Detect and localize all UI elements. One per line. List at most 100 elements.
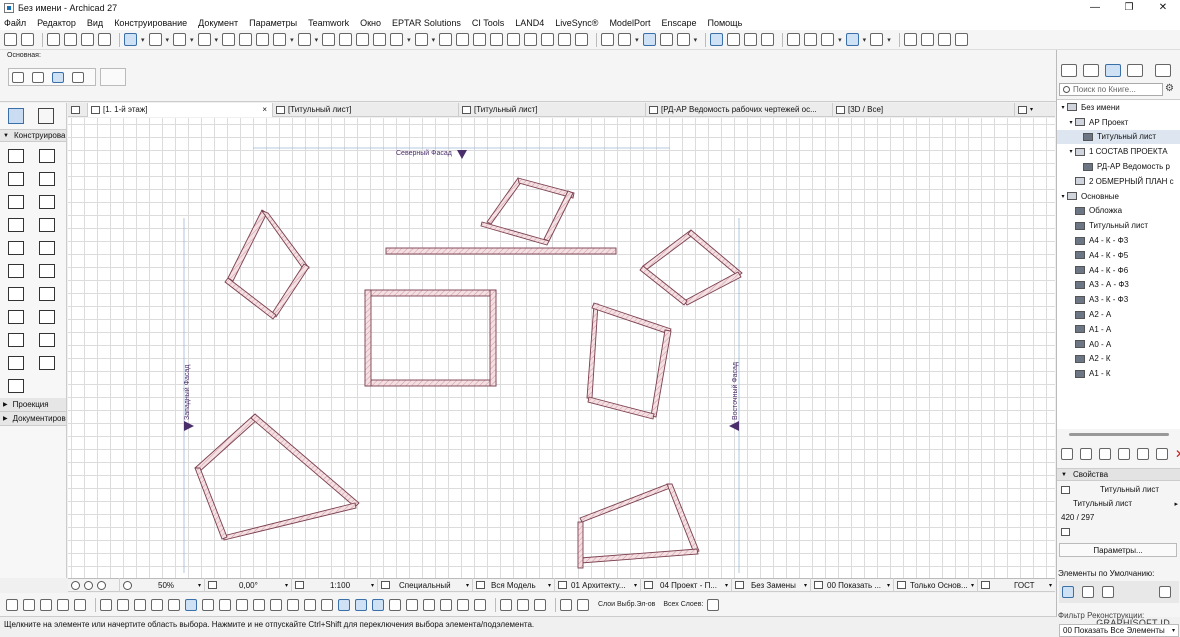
wall[interactable] bbox=[486, 177, 523, 225]
column-tool-icon[interactable] bbox=[39, 149, 55, 163]
wall[interactable] bbox=[364, 379, 497, 387]
model-view-field[interactable]: Вся Модель ▾ bbox=[473, 578, 555, 592]
tree-item[interactable]: ▾ Без имени bbox=[1057, 100, 1180, 115]
beam-tool-icon[interactable] bbox=[8, 172, 24, 186]
undo-view-icon[interactable] bbox=[707, 598, 720, 611]
tree-item[interactable]: А0 - А bbox=[1057, 337, 1180, 352]
equipment-tool-icon[interactable] bbox=[8, 356, 24, 370]
menu-icon[interactable] bbox=[1155, 63, 1171, 77]
wall[interactable] bbox=[650, 329, 672, 418]
wall[interactable] bbox=[579, 483, 671, 523]
wall[interactable] bbox=[270, 263, 310, 318]
wall[interactable] bbox=[224, 277, 277, 320]
dropdown-arrow-icon[interactable]: ▾ bbox=[694, 36, 698, 44]
tab-floor-plan[interactable]: [1. 1-й этаж] × bbox=[88, 102, 273, 117]
tree-item[interactable]: ▾ АР Проект bbox=[1057, 115, 1180, 130]
tool-icon[interactable] bbox=[202, 598, 214, 611]
menu-options[interactable]: Параметры bbox=[249, 18, 297, 28]
corner-window-tool-icon[interactable] bbox=[8, 379, 24, 393]
measure-icon[interactable] bbox=[744, 33, 758, 46]
maximize-button[interactable]: ❐ bbox=[1112, 0, 1146, 15]
tool-icon[interactable] bbox=[372, 598, 384, 611]
tab-close-icon[interactable]: × bbox=[262, 105, 267, 114]
menu-window[interactable]: Окно bbox=[360, 18, 381, 28]
wall[interactable] bbox=[683, 271, 742, 306]
tree-item[interactable]: А4 - К - Ф6 bbox=[1057, 263, 1180, 278]
tree-item[interactable]: А3 - А - Ф3 bbox=[1057, 278, 1180, 293]
close-button[interactable]: ✕ bbox=[1146, 0, 1180, 15]
tool-icon[interactable] bbox=[534, 598, 546, 611]
tool-icon[interactable] bbox=[57, 598, 69, 611]
brush-icon[interactable] bbox=[920, 33, 934, 46]
tree-item[interactable]: А2 - К bbox=[1057, 352, 1180, 367]
inject-icon[interactable] bbox=[64, 33, 77, 46]
property-master-row[interactable]: Титульный лист ▸ bbox=[1057, 497, 1180, 510]
rotated-rectangle-select-icon[interactable] bbox=[32, 71, 44, 83]
roof-tool-icon[interactable] bbox=[8, 195, 24, 209]
tab-drawing-list[interactable]: [РД-АР Ведомость рабочих чертежей ос... bbox=[646, 102, 833, 117]
snap-guides-icon[interactable] bbox=[148, 33, 162, 46]
dropdown-arrow-icon[interactable]: ▾ bbox=[166, 36, 170, 44]
tool-icon[interactable] bbox=[6, 598, 18, 611]
menu-enscape[interactable]: Enscape bbox=[661, 18, 696, 28]
zoom-field[interactable]: 50% ▾ bbox=[120, 578, 205, 592]
expand-chevron-icon[interactable]: ▾ bbox=[1059, 193, 1067, 200]
tree-item[interactable]: А1 - А bbox=[1057, 322, 1180, 337]
zoom-prev-icon[interactable] bbox=[84, 580, 93, 590]
rectangle-select-icon[interactable] bbox=[12, 71, 24, 83]
publisher-icon[interactable] bbox=[1127, 63, 1143, 77]
tree-item[interactable]: 2 ОБМЕРНЫЙ ПЛАН с bbox=[1057, 174, 1180, 189]
wall[interactable] bbox=[591, 302, 672, 335]
redo-icon[interactable] bbox=[21, 33, 34, 46]
menu-design[interactable]: Конструирование bbox=[114, 18, 187, 28]
adjust-icon[interactable] bbox=[524, 33, 538, 46]
tool-icon[interactable] bbox=[517, 598, 529, 611]
tab-menu-button[interactable]: ▾ bbox=[1015, 103, 1055, 117]
tool-icon[interactable] bbox=[236, 598, 248, 611]
wall[interactable] bbox=[364, 289, 372, 387]
wall[interactable] bbox=[194, 467, 228, 540]
tool-icon[interactable] bbox=[321, 598, 333, 611]
menu-citools[interactable]: CI Tools bbox=[472, 18, 504, 28]
magic-wand-icon[interactable] bbox=[81, 33, 94, 46]
design-section-header[interactable]: ▼ Конструирование bbox=[0, 129, 66, 142]
floor-plan-canvas[interactable]: Северный Фасад Западный Фасад Восточный … bbox=[68, 118, 1055, 578]
navigator-search-input[interactable]: Поиск по Книге... bbox=[1059, 83, 1163, 96]
dimension-standard-field[interactable]: ГОСТ ▾ bbox=[978, 578, 1055, 592]
drag-icon[interactable] bbox=[414, 33, 428, 46]
tool-icon[interactable] bbox=[74, 598, 86, 611]
curtain-wall-tool-icon[interactable] bbox=[8, 241, 24, 255]
gear-icon[interactable]: ⚙ bbox=[1165, 83, 1174, 94]
expand-chevron-icon[interactable]: ▾ bbox=[1059, 104, 1067, 111]
lamp-tool-icon[interactable] bbox=[39, 333, 55, 347]
east-elevation-marker[interactable] bbox=[729, 421, 739, 431]
horizontal-scrollbar[interactable] bbox=[1069, 433, 1169, 436]
wall[interactable] bbox=[364, 289, 497, 297]
tree-item[interactable]: А3 - К - Ф3 bbox=[1057, 292, 1180, 307]
tool-icon[interactable] bbox=[406, 598, 418, 611]
dropdown-arrow-icon[interactable]: ▾ bbox=[407, 36, 411, 44]
wall[interactable] bbox=[250, 413, 360, 508]
distribute-icon[interactable] bbox=[390, 33, 404, 46]
wall[interactable] bbox=[260, 210, 310, 271]
tool-icon[interactable] bbox=[185, 598, 197, 611]
ungroup-icon[interactable] bbox=[339, 33, 353, 46]
scale-field[interactable]: 1:100 ▾ bbox=[292, 578, 378, 592]
tool-icon[interactable] bbox=[253, 598, 265, 611]
tool-icon[interactable] bbox=[23, 598, 35, 611]
parameters-button[interactable]: Параметры... bbox=[1059, 543, 1177, 557]
tool-icon[interactable] bbox=[287, 598, 299, 611]
wall[interactable] bbox=[480, 221, 550, 246]
tab-title-sheet-2[interactable]: [Титульный лист] bbox=[459, 102, 646, 117]
wall[interactable] bbox=[587, 396, 655, 420]
tool-icon[interactable] bbox=[577, 598, 589, 611]
menu-modelport[interactable]: ModelPort bbox=[609, 18, 650, 28]
menu-edit[interactable]: Редактор bbox=[37, 18, 76, 28]
skylight-tool-icon[interactable] bbox=[39, 264, 55, 278]
refresh-icon[interactable] bbox=[1156, 448, 1168, 460]
marker-icon[interactable] bbox=[937, 33, 951, 46]
menu-document[interactable]: Документ bbox=[198, 18, 238, 28]
eraser-icon[interactable] bbox=[256, 33, 270, 46]
suspend-groups-icon[interactable] bbox=[356, 33, 370, 46]
tool-icon[interactable] bbox=[457, 598, 469, 611]
